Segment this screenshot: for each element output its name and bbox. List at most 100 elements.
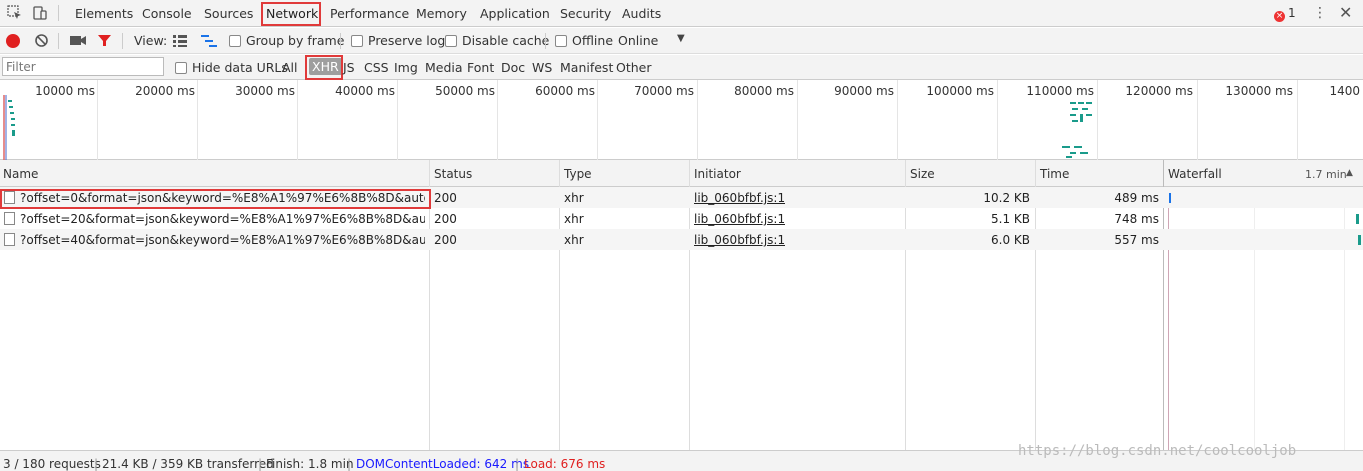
clear-icon[interactable] (34, 33, 49, 48)
request-size: 6.0 KB (991, 233, 1030, 247)
table-header: Name Status Type Initiator Size Time Wat… (0, 160, 1363, 187)
record-button[interactable] (6, 34, 20, 48)
load-time: Load: 676 ms (524, 457, 606, 471)
tab-security[interactable]: Security (560, 6, 611, 21)
checkbox-box[interactable] (175, 62, 187, 74)
sort-arrow-icon[interactable]: ▲ (1346, 168, 1353, 178)
filter-icon[interactable] (97, 33, 112, 48)
request-count: 3 / 180 requests (3, 457, 101, 471)
column-header-name[interactable]: Name (3, 167, 38, 181)
tab-memory[interactable]: Memory (416, 6, 467, 21)
dom-content-loaded: DOMContentLoaded: 642 ms (356, 457, 530, 471)
status-divider: | (94, 457, 99, 471)
checkbox-box[interactable] (555, 35, 567, 47)
offline-label: Offline (572, 33, 614, 48)
tab-elements[interactable]: Elements (75, 6, 133, 21)
filter-type-css[interactable]: CSS (364, 60, 389, 75)
requests-table: Name Status Type Initiator Size Time Wat… (0, 160, 1363, 450)
file-icon (4, 212, 15, 225)
table-row[interactable]: ?offset=40&format=json&keyword=%E8%A1%97… (0, 229, 1363, 250)
offline-checkbox[interactable]: Offline (555, 33, 613, 48)
tab-performance[interactable]: Performance (330, 6, 409, 21)
request-initiator[interactable]: lib_060bfbf.js:1 (694, 212, 785, 226)
error-counter[interactable]: × 1 (1274, 6, 1296, 22)
request-status: 200 (434, 233, 457, 247)
request-size: 5.1 KB (991, 212, 1030, 226)
dropdown-arrow-icon: ▼ (677, 33, 685, 44)
tab-console[interactable]: Console (142, 6, 192, 21)
throttling-select[interactable]: Online ▼ (618, 33, 685, 48)
request-name[interactable]: ?offset=40&format=json&keyword=%E8%A1%97… (20, 233, 425, 247)
filter-type-font[interactable]: Font (467, 60, 494, 75)
filter-input[interactable] (2, 57, 164, 76)
overview-activity-graph (3, 95, 1092, 160)
camera-icon[interactable] (70, 35, 87, 46)
transferred-size: 21.4 KB / 359 KB transferred (102, 457, 274, 471)
hide-data-urls-label: Hide data URLs (192, 60, 288, 75)
highlight-box-xhr (305, 55, 343, 80)
divider (340, 33, 341, 49)
status-divider: | (258, 457, 263, 471)
request-status: 200 (434, 212, 457, 226)
device-toolbar-icon[interactable] (32, 5, 48, 21)
error-icon: × (1274, 11, 1285, 22)
request-type: xhr (564, 233, 584, 247)
request-initiator[interactable]: lib_060bfbf.js:1 (694, 233, 785, 247)
request-size: 10.2 KB (983, 191, 1030, 205)
checkbox-box[interactable] (229, 35, 241, 47)
divider (122, 33, 123, 49)
close-icon[interactable]: ✕ (1339, 3, 1352, 22)
filter-type-ws[interactable]: WS (532, 60, 552, 75)
request-type: xhr (564, 191, 584, 205)
filter-type-img[interactable]: Img (394, 60, 418, 75)
waterfall-bar[interactable] (1358, 235, 1361, 245)
column-header-initiator[interactable]: Initiator (694, 167, 741, 181)
column-header-time[interactable]: Time (1040, 167, 1069, 181)
checkbox-box[interactable] (351, 35, 363, 47)
divider (58, 5, 59, 21)
filter-type-media[interactable]: Media (425, 60, 463, 75)
column-header-waterfall[interactable]: Waterfall (1168, 167, 1222, 181)
highlight-box-network (261, 2, 321, 26)
tab-audits[interactable]: Audits (622, 6, 661, 21)
group-by-frame-checkbox[interactable]: Group by frame (229, 33, 344, 48)
inspect-element-icon[interactable] (7, 5, 23, 21)
column-header-size[interactable]: Size (910, 167, 935, 181)
request-name[interactable]: ?offset=20&format=json&keyword=%E8%A1%97… (20, 212, 425, 226)
preserve-log-label: Preserve log (368, 33, 446, 48)
highlight-box-first-row (0, 189, 431, 209)
checkbox-box[interactable] (445, 35, 457, 47)
waterfall-bar[interactable] (1356, 214, 1359, 224)
waterfall-scale: 1.7 min (1305, 168, 1347, 181)
divider (58, 33, 59, 49)
hide-data-urls-checkbox[interactable]: Hide data URLs (175, 60, 288, 75)
error-count: 1 (1288, 6, 1296, 20)
disable-cache-checkbox[interactable]: Disable cache (445, 33, 549, 48)
disable-cache-label: Disable cache (462, 33, 550, 48)
column-header-type[interactable]: Type (564, 167, 592, 181)
waterfall-overview-icon[interactable] (201, 34, 218, 48)
timeline-overview[interactable]: 10000 ms 20000 ms 30000 ms 40000 ms 5000… (0, 80, 1363, 160)
view-label: View: (134, 33, 168, 48)
filter-type-js[interactable]: JS (343, 60, 355, 75)
request-type: xhr (564, 212, 584, 226)
preserve-log-checkbox[interactable]: Preserve log (351, 33, 445, 48)
waterfall-bar[interactable] (1169, 193, 1171, 203)
filter-type-manifest[interactable]: Manifest (560, 60, 613, 75)
filter-type-doc[interactable]: Doc (501, 60, 525, 75)
throttling-value: Online (618, 33, 659, 48)
tab-application[interactable]: Application (480, 6, 550, 21)
table-row[interactable]: ?offset=20&format=json&keyword=%E8%A1%97… (0, 208, 1363, 229)
devtools-tab-bar: Elements Console Sources Network Perform… (0, 0, 1363, 27)
filter-type-all[interactable]: All (282, 60, 298, 75)
watermark: https://blog.csdn.net/coolcooljob (1018, 443, 1297, 459)
large-rows-icon[interactable] (173, 35, 187, 47)
file-icon (4, 233, 15, 246)
status-divider: | (347, 457, 352, 471)
filter-type-other[interactable]: Other (616, 60, 652, 75)
more-options-icon[interactable]: ⋮ (1313, 5, 1327, 21)
request-status: 200 (434, 191, 457, 205)
column-header-status[interactable]: Status (434, 167, 472, 181)
request-initiator[interactable]: lib_060bfbf.js:1 (694, 191, 785, 205)
tab-sources[interactable]: Sources (204, 6, 253, 21)
